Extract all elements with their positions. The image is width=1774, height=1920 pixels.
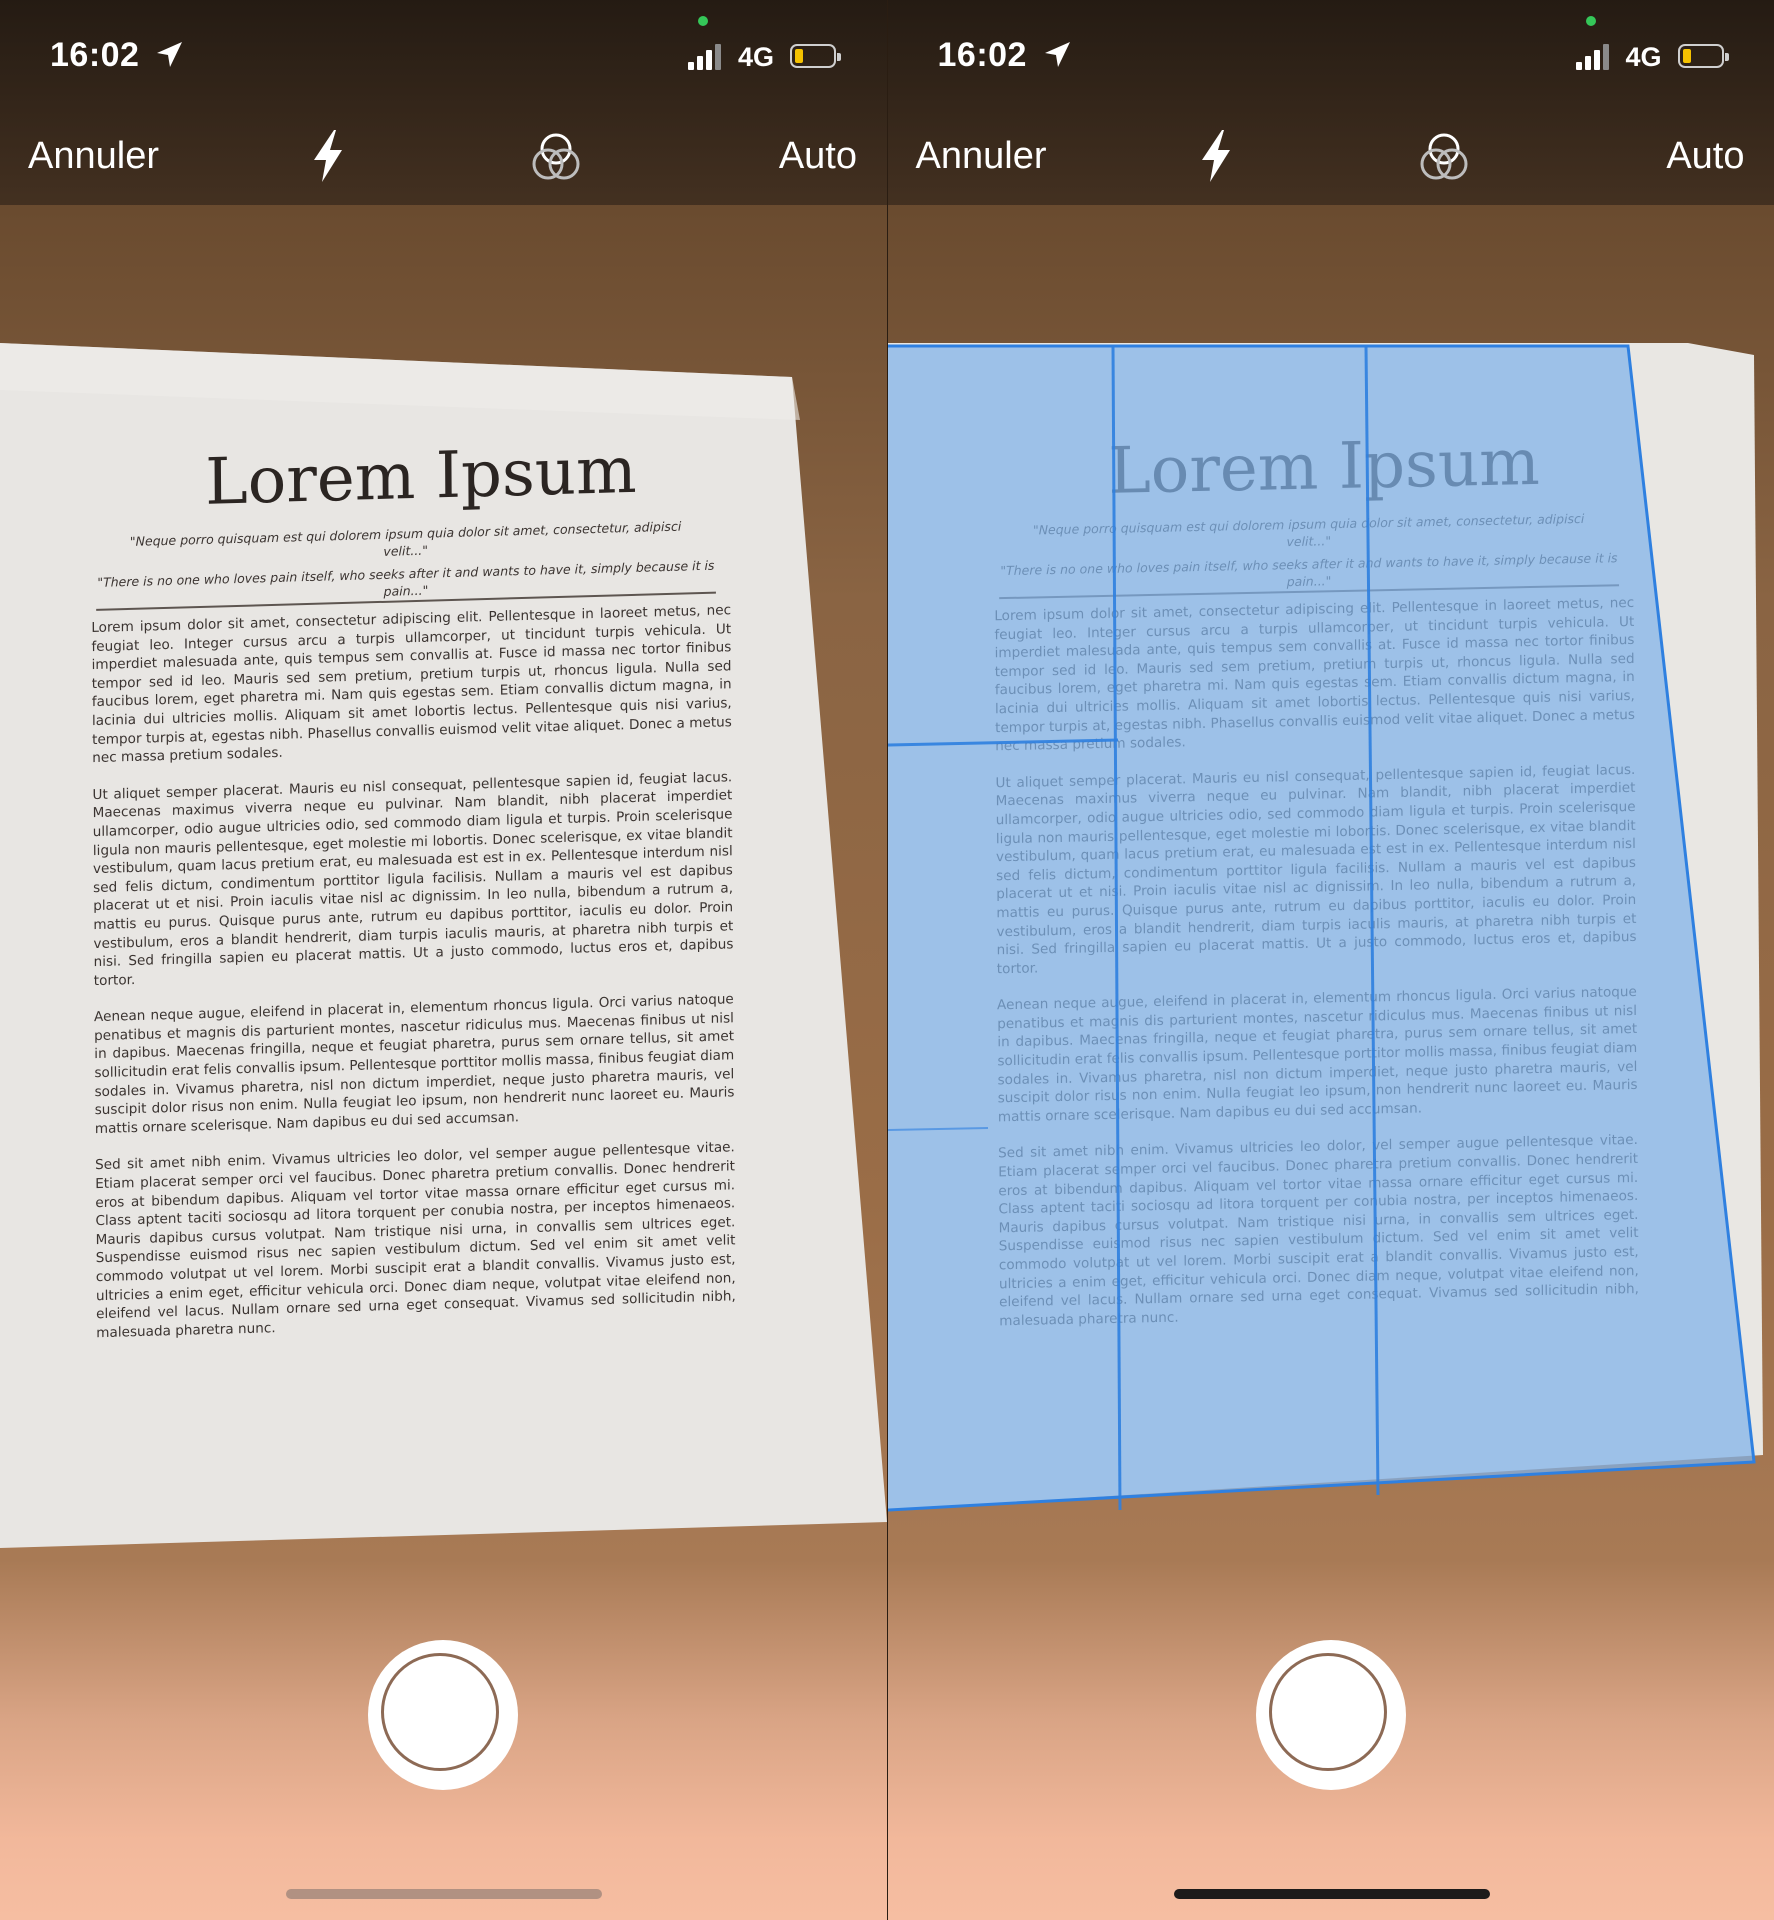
camera-toolbar: Annuler Auto — [0, 125, 887, 185]
camera-top-bar: 16:02 4G Annuler Auto — [0, 0, 887, 205]
shutter-inner-ring — [1268, 1653, 1387, 1771]
cellular-signal-icon — [688, 44, 721, 70]
cancel-button[interactable]: Annuler — [28, 135, 159, 178]
cellular-signal-icon — [1575, 44, 1609, 70]
home-indicator[interactable] — [1173, 1889, 1490, 1899]
status-bar: 16:02 4G — [888, 16, 1774, 85]
document-detection-overlay — [887, 344, 1756, 1512]
location-arrow-icon — [157, 42, 182, 67]
document-body: Lorem ipsum dolor sit amet, consectetur … — [91, 601, 736, 1360]
flash-icon[interactable] — [1196, 128, 1236, 184]
shutter-button[interactable] — [368, 1640, 518, 1790]
document-paragraph: Aenean neque augue, eleifend in placerat… — [93, 991, 735, 1138]
network-type: 4G — [1625, 42, 1662, 72]
document-paragraph: Ut aliquet semper placerat. Mauris eu ni… — [92, 768, 734, 989]
status-time: 16:02 — [50, 36, 140, 74]
flash-icon[interactable] — [308, 128, 348, 184]
status-time: 16:02 — [937, 36, 1027, 74]
document-paragraph: Lorem ipsum dolor sit amet, consectetur … — [91, 602, 732, 767]
color-filter-icon[interactable] — [1416, 130, 1472, 186]
network-type: 4G — [738, 42, 775, 72]
document-paragraph: Sed sit amet nibh enim. Vivamus ultricie… — [95, 1139, 736, 1341]
scanner-screen-before-detection: Lorem Ipsum "Neque porro quisquam est qu… — [0, 0, 887, 1920]
battery-low-icon — [1677, 44, 1729, 68]
cancel-button[interactable]: Annuler — [916, 135, 1047, 178]
battery-low-icon — [790, 44, 841, 68]
location-arrow-icon — [1044, 42, 1070, 67]
status-bar: 16:02 4G — [0, 16, 887, 85]
shutter-inner-ring — [381, 1653, 499, 1771]
scanner-screen-document-detected: Lorem Ipsum "Neque porro quisquam est qu… — [886, 0, 1774, 1920]
auto-mode-button[interactable]: Auto — [779, 135, 857, 178]
mic-indicator-dot — [1585, 16, 1596, 26]
mic-indicator-dot — [698, 16, 708, 26]
app-root: Lorem Ipsum "Neque porro quisquam est qu… — [0, 0, 1774, 1920]
camera-toolbar: Annuler Auto — [888, 125, 1774, 185]
color-filter-icon[interactable] — [528, 130, 584, 186]
document-title: Lorem Ipsum — [205, 433, 637, 520]
shutter-button[interactable] — [1255, 1640, 1406, 1790]
auto-mode-button[interactable]: Auto — [1666, 135, 1744, 178]
home-indicator[interactable] — [286, 1889, 602, 1899]
camera-top-bar: 16:02 4G Annuler Auto — [887, 0, 1774, 205]
